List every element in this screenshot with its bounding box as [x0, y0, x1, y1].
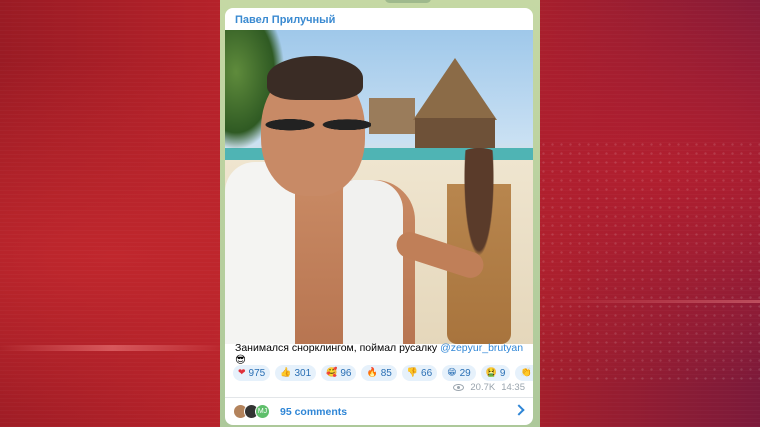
- caption-text: Занимался снорклингом, поймал русалку: [235, 342, 441, 354]
- reaction-count: 29: [459, 367, 471, 379]
- post-author[interactable]: Павел Прилучный: [235, 14, 335, 26]
- photo-towel: [343, 180, 403, 344]
- photo-bungalow: [369, 98, 415, 134]
- reaction-count: 9: [499, 367, 506, 379]
- caption-mention-link[interactable]: @zepyur_brutyan: [440, 342, 523, 354]
- reaction-vomit[interactable]: 🤮 9: [480, 365, 511, 381]
- reactions-bar: ❤975 👍301 🥰96 🔥85 👎66 😁29 🤮9 👏2: [233, 365, 533, 381]
- previous-message-edge: [385, 0, 431, 3]
- reaction-hearts-face[interactable]: 🥰 96: [321, 365, 357, 381]
- post-meta: 20.7K 14:35: [453, 382, 525, 393]
- vomit-icon: 🤮: [485, 368, 497, 378]
- post-time: 14:35: [501, 382, 525, 393]
- photo-sunglasses: [263, 106, 371, 140]
- photo-man-hair: [267, 56, 363, 100]
- photo-hut-roof: [413, 58, 497, 120]
- reaction-count: 301: [294, 367, 312, 379]
- background-stripe: [0, 345, 225, 351]
- fire-icon: 🔥: [366, 368, 378, 378]
- chevron-right-icon: [513, 404, 525, 416]
- channel-post: Павел Прилучный Занимался снорклингом, п…: [225, 8, 533, 425]
- view-count: 20.7K: [470, 382, 496, 393]
- grin-icon: 😁: [447, 368, 457, 378]
- photo-hut: [415, 118, 495, 148]
- reaction-thumbs-down[interactable]: 👎 66: [401, 365, 438, 381]
- reaction-thumbs-up[interactable]: 👍 301: [275, 365, 317, 381]
- eye-icon: [453, 384, 465, 391]
- reaction-count: 85: [380, 367, 392, 379]
- background-stripe: [540, 300, 760, 303]
- commenter-avatars: MJ: [233, 404, 270, 419]
- comments-label: 95 comments: [280, 405, 348, 418]
- reaction-heart[interactable]: ❤ 975: [233, 365, 271, 381]
- post-photo[interactable]: [225, 30, 533, 344]
- reaction-count: 975: [248, 367, 266, 379]
- comments-button[interactable]: MJ 95 comments: [225, 398, 533, 425]
- clap-icon: 👏: [520, 368, 532, 378]
- hearts-face-icon: 🥰: [326, 368, 338, 378]
- background-dots: [530, 140, 760, 380]
- avatar: MJ: [255, 404, 270, 419]
- thumbs-up-icon: 👍: [280, 368, 292, 378]
- post-caption: Занимался снорклингом, поймал русалку @z…: [235, 342, 533, 366]
- reaction-count: 96: [340, 367, 352, 379]
- heart-icon: ❤: [238, 368, 246, 378]
- thumbs-down-icon: 👎: [406, 368, 419, 378]
- reaction-fire[interactable]: 🔥 85: [361, 365, 397, 381]
- reaction-count: 66: [421, 367, 433, 379]
- reaction-grin[interactable]: 😁 29: [442, 365, 476, 381]
- reaction-clap[interactable]: 👏2: [515, 365, 533, 381]
